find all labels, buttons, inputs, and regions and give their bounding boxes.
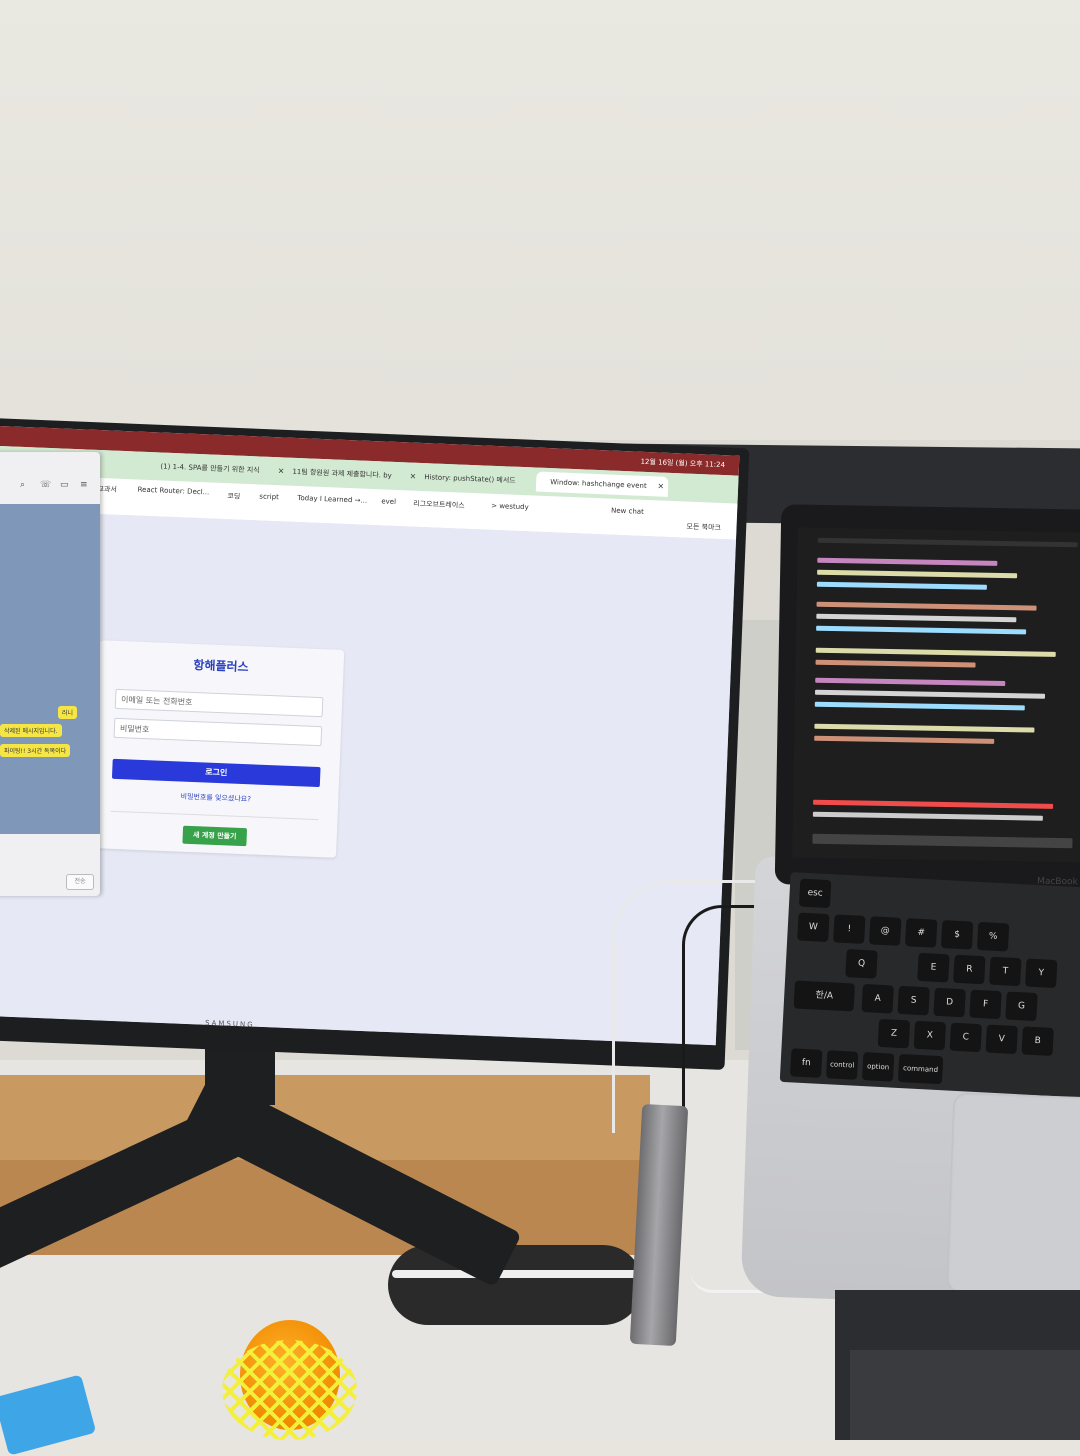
card-divider <box>110 810 319 821</box>
chat-window: ⌕ ☏ ▭ ≡ 러니 삭제된 메시지입니다. 파이팅!! 3시간 독목이다 전송 <box>0 452 100 896</box>
key[interactable]: ! <box>833 914 866 944</box>
code-line <box>814 723 1035 733</box>
email-field[interactable]: 이메일 또는 전화번호 <box>114 688 324 718</box>
laptop-keyboard: esc W ! @ # $ % Q E R T Y A S D F G Z X … <box>779 872 1080 1098</box>
phone-icon[interactable]: ☏ <box>40 480 51 490</box>
close-icon[interactable]: × <box>657 476 665 496</box>
desk-pad-stripe <box>392 1270 638 1278</box>
password-field[interactable]: 비밀번호 <box>113 717 323 747</box>
chat-header: ⌕ ☏ ▭ ≡ <box>0 452 100 504</box>
search-icon[interactable]: ⌕ <box>20 480 25 490</box>
key[interactable]: V <box>985 1024 1018 1055</box>
editor-tabbar <box>817 537 1078 548</box>
login-card: 항해플러스 이메일 또는 전화번호 비밀번호 로그인 비밀번호를 잊으셨나요? … <box>91 640 345 858</box>
bookmark[interactable]: Today I Learned →... <box>297 494 367 505</box>
wall <box>0 0 1080 470</box>
chat-input-area[interactable]: 전송 <box>0 834 100 896</box>
login-title: 항해플러스 <box>193 657 249 675</box>
code-line <box>817 557 998 566</box>
code-line <box>814 735 995 744</box>
key[interactable]: command <box>897 1053 944 1085</box>
browser-tab[interactable]: History: pushState() 메서드 × <box>410 467 547 492</box>
key[interactable]: X <box>913 1020 947 1051</box>
code-line <box>815 647 1056 657</box>
browser-tab[interactable]: 11팀 항원원 과제 제출합니다. by × <box>278 461 421 487</box>
forgot-password-link[interactable]: 비밀번호를 잊으셨나요? <box>93 788 338 808</box>
key[interactable]: S <box>897 985 930 1016</box>
code-line <box>816 625 1027 635</box>
desk-pad <box>388 1245 643 1325</box>
code-line <box>814 701 1025 711</box>
key[interactable]: D <box>933 987 966 1018</box>
key[interactable]: % <box>976 921 1010 952</box>
key[interactable]: @ <box>869 916 902 946</box>
bookmark[interactable]: > westudy <box>491 502 529 512</box>
key[interactable]: fn <box>790 1048 823 1078</box>
key[interactable]: $ <box>940 920 974 950</box>
code-line <box>816 601 1037 611</box>
key[interactable]: G <box>1005 991 1038 1022</box>
code-line <box>815 677 1006 687</box>
bookmark[interactable]: React Router: Decl... <box>137 486 209 497</box>
bookmark[interactable]: 교과서 <box>97 484 117 495</box>
laptop-stand-plate <box>850 1350 1080 1440</box>
bookmark[interactable]: 코딩 <box>227 491 240 502</box>
key[interactable]: control <box>825 1050 859 1080</box>
tab-label: Window: hashchange event <box>550 478 647 490</box>
menubar-clock: 12월 16일 (월) 오후 11:24 <box>640 457 726 470</box>
laptop-trackpad <box>946 1092 1080 1298</box>
bookmark[interactable]: evel <box>381 497 396 506</box>
code-line <box>815 659 976 668</box>
code-line <box>816 613 1017 623</box>
key[interactable]: R <box>953 954 986 985</box>
login-button[interactable]: 로그인 <box>111 758 321 788</box>
key[interactable]: W <box>797 912 830 943</box>
tab-label: 11팀 항원원 과제 제출합니다. by <box>292 467 392 480</box>
tab-label: (1) 1-4. SPA를 만들기 위한 지식 <box>160 462 260 475</box>
terminal-line <box>812 811 1043 821</box>
bookmark[interactable]: script <box>259 492 279 501</box>
bookmark[interactable]: 리그오브트레이스 <box>413 499 465 511</box>
code-line <box>816 581 987 590</box>
menu-icon[interactable]: ≡ <box>80 480 88 490</box>
key[interactable]: F <box>969 989 1002 1020</box>
bookmark[interactable]: New chat <box>611 507 644 516</box>
key[interactable]: B <box>1021 1026 1054 1056</box>
bookmark-folder[interactable]: 모든 북마크 <box>686 522 721 533</box>
key[interactable]: E <box>917 952 950 983</box>
tab-label: History: pushState() 메서드 <box>424 473 516 485</box>
key[interactable]: A <box>861 983 894 1014</box>
chat-bubble: 삭제된 메시지입니다. <box>0 724 62 737</box>
key[interactable]: 한/A <box>793 980 855 1012</box>
chat-bubble: 파이팅!! 3시간 독목이다 <box>0 744 71 757</box>
terminal-error-line <box>813 799 1054 809</box>
dock <box>812 833 1073 849</box>
browser-tab-active[interactable]: Window: hashchange event × <box>535 471 669 497</box>
video-icon[interactable]: ▭ <box>60 480 69 490</box>
browser-tab[interactable]: (1) 1-4. SPA를 만들기 위한 지식 × <box>146 456 289 482</box>
laptop-code-editor <box>792 527 1080 863</box>
key[interactable]: Z <box>877 1018 911 1049</box>
send-button[interactable]: 전송 <box>66 874 94 890</box>
chat-bubble: 러니 <box>58 706 78 719</box>
code-line <box>814 689 1046 699</box>
key[interactable]: # <box>904 918 938 948</box>
fruit-foam-net <box>222 1340 357 1440</box>
new-account-button[interactable]: 새 계정 만들기 <box>182 825 248 847</box>
key[interactable]: C <box>949 1022 983 1053</box>
key[interactable]: Q <box>845 949 878 979</box>
key[interactable]: esc <box>798 878 832 909</box>
key[interactable]: Y <box>1025 958 1058 989</box>
code-line <box>817 569 1018 579</box>
key[interactable]: T <box>989 956 1022 987</box>
key[interactable]: option <box>861 1052 895 1082</box>
